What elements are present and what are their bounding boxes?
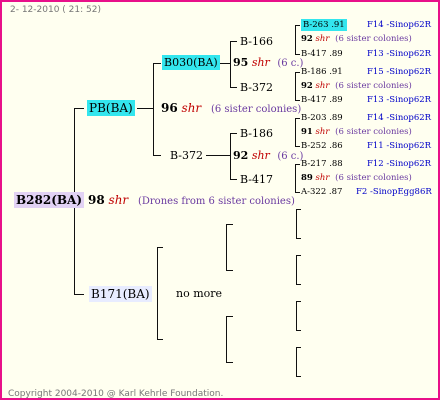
tree-line	[296, 209, 297, 238]
tree-line	[157, 247, 163, 248]
gen4-id-2[interactable]: B-417 .89	[301, 50, 343, 59]
tree-line	[296, 238, 301, 239]
b030-node[interactable]: B030(BA)	[162, 55, 220, 70]
gen3-b372[interactable]: B-372	[240, 82, 273, 93]
gen4-id-5[interactable]: B-417 .89	[301, 96, 343, 105]
pedigree-frame: 2- 12-2010 ( 21: 52) B282(BA) 98 shr (Dr…	[0, 0, 440, 400]
gen4-id-9[interactable]: B-217 .88	[301, 160, 343, 169]
tree-line	[295, 164, 296, 192]
tree-line	[226, 224, 233, 225]
b372-shr: shr	[251, 149, 270, 162]
gen4-score-1: 92 shr (6 sister colonies)	[301, 34, 412, 44]
gen4-ped-8: F11 -Sinop62R	[367, 141, 432, 151]
gen4-ped-9: F12 -Sinop62R	[367, 159, 432, 169]
tree-line	[230, 87, 237, 88]
tree-line	[296, 301, 301, 302]
gen4-id-3[interactable]: B-186 .91	[301, 68, 343, 77]
tree-line	[295, 146, 300, 147]
gen3-b186[interactable]: B-186	[240, 128, 273, 139]
tree-line	[226, 362, 233, 363]
b372-score: 92	[233, 149, 249, 162]
gen4-ped-5: F13 -Sinop62R	[367, 95, 432, 105]
tree-line	[230, 133, 231, 179]
b030-shr: shr	[251, 56, 270, 69]
pb-score: 96	[161, 101, 178, 115]
b030-score: 95	[233, 56, 249, 69]
tree-line	[296, 284, 301, 285]
gen4-score-10: 89 shr (6 sister colonies)	[301, 173, 412, 183]
tree-line	[226, 316, 227, 362]
b372-note: (6 c.)	[277, 151, 304, 162]
gen4-score-7: 91 shr (6 sister colonies)	[301, 127, 412, 137]
tree-line	[226, 270, 233, 271]
tree-line	[296, 255, 301, 256]
root-shr: shr	[108, 193, 129, 207]
tree-line	[295, 118, 296, 146]
gen3-b166[interactable]: B-166	[240, 36, 273, 47]
no-more-text: no more	[176, 287, 223, 300]
tree-line	[230, 41, 231, 87]
tree-line	[230, 41, 237, 42]
gen4-ped-6: F14 -Sinop62R	[367, 113, 432, 123]
gen4-ped-11: F2 -SinopEgg86R	[356, 187, 432, 197]
tree-line	[226, 224, 227, 270]
b372-info: 92 shr (6 c.)	[233, 150, 303, 162]
pb-note: (6 sister colonies)	[210, 104, 302, 115]
tree-line	[295, 192, 300, 193]
tree-line	[153, 155, 161, 156]
root-node[interactable]: B282(BA)	[14, 192, 84, 208]
tree-line	[226, 316, 233, 317]
gen4-score-4: 92 shr (6 sister colonies)	[301, 81, 412, 91]
root-score: 98	[88, 193, 105, 207]
tree-line	[296, 376, 301, 377]
tree-line	[296, 209, 301, 210]
tree-line	[157, 247, 158, 339]
tree-line	[74, 294, 84, 295]
gen4-id-8[interactable]: B-252 .86	[301, 142, 343, 151]
copyright-footer: Copyright 2004-2010 @ Karl Kehrle Founda…	[8, 389, 224, 399]
b030-note: (6 c.)	[277, 58, 304, 69]
tree-line	[296, 255, 297, 284]
tree-line	[295, 54, 300, 55]
date-stamp: 2- 12-2010 ( 21: 52)	[10, 5, 101, 15]
gen3-b417[interactable]: B-417	[240, 174, 273, 185]
tree-line	[295, 25, 300, 26]
tree-line	[74, 108, 84, 109]
tree-line	[296, 330, 301, 331]
tree-line	[137, 108, 154, 109]
gen4-id-6[interactable]: B-203 .89	[301, 114, 343, 123]
gen4-ped-0: F14 -Sinop62R	[367, 20, 432, 30]
b171-node[interactable]: B171(BA)	[89, 286, 152, 302]
gen4-id-11[interactable]: A-322 .87	[301, 188, 342, 197]
tree-line	[295, 100, 300, 101]
tree-line	[296, 347, 297, 376]
root-note: (Drones from 6 sister colonies)	[137, 196, 295, 207]
b372-node[interactable]: B-372	[170, 150, 203, 161]
pb-label: PB(BA)	[87, 100, 135, 116]
tree-line	[295, 72, 300, 73]
tree-line	[230, 179, 237, 180]
gen4-id-0[interactable]: B-263 .91	[301, 19, 347, 31]
root-info: 98 shr (Drones from 6 sister colonies)	[88, 194, 295, 207]
pb-info: 96 shr (6 sister colonies)	[161, 102, 301, 115]
tree-line	[230, 133, 237, 134]
tree-line	[296, 347, 301, 348]
tree-line	[157, 339, 163, 340]
tree-line	[206, 155, 230, 156]
b030-info: 95 shr (6 c.)	[233, 57, 303, 69]
tree-line	[296, 301, 297, 330]
pb-node[interactable]: PB(BA)	[87, 100, 135, 116]
gen4-ped-3: F15 -Sinop62R	[367, 67, 432, 77]
tree-line	[153, 63, 154, 155]
tree-line	[153, 63, 161, 64]
b030-label: B030(BA)	[162, 55, 220, 70]
tree-line	[295, 118, 300, 119]
root-label: B282(BA)	[14, 192, 84, 208]
pb-shr: shr	[181, 101, 202, 115]
gen4-ped-2: F13 -Sinop62R	[367, 49, 432, 59]
tree-line	[295, 164, 300, 165]
tree-line	[295, 25, 296, 54]
tree-line	[295, 72, 296, 100]
b171-label: B171(BA)	[89, 286, 152, 302]
